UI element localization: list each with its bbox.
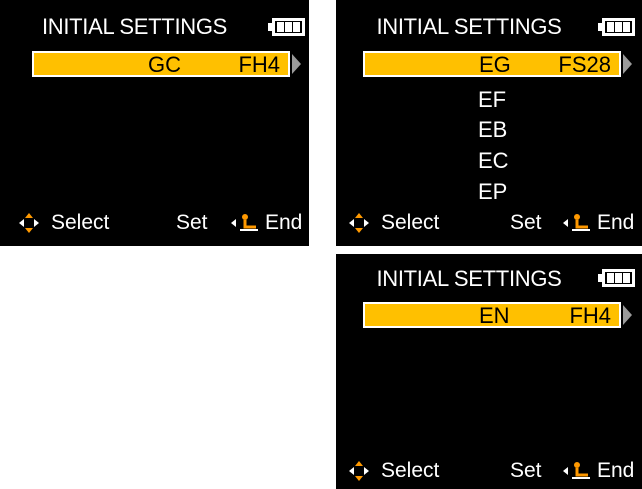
- setting-code: GC: [148, 52, 181, 77]
- set-label: Set: [176, 211, 208, 234]
- setting-option[interactable]: EF: [478, 87, 506, 113]
- select-label: Select: [381, 459, 440, 482]
- battery-icon: [598, 18, 635, 36]
- end-label: End: [597, 459, 635, 482]
- setting-code: EN: [479, 303, 510, 328]
- setting-value: FH4: [569, 303, 611, 328]
- end-return-icon: [563, 214, 590, 231]
- setting-option[interactable]: EP: [478, 179, 507, 205]
- end-return-icon: [231, 214, 258, 231]
- dpad-icon: [349, 213, 369, 233]
- screen-title: INITIAL SETTINGS: [41, 14, 228, 39]
- set-label: Set: [510, 211, 542, 234]
- selected-setting-row[interactable]: EG FS28: [363, 51, 621, 77]
- setting-option[interactable]: EB: [478, 117, 507, 143]
- select-label: Select: [51, 211, 110, 234]
- end-label: End: [265, 211, 303, 234]
- end-return-icon: [563, 462, 590, 479]
- selected-setting-row[interactable]: GC FH4: [32, 51, 290, 77]
- end-label: End: [597, 211, 635, 234]
- screen-title: INITIAL SETTINGS: [376, 14, 562, 39]
- battery-icon: [268, 18, 305, 36]
- settings-screen-2: INITIAL SETTINGS EG FS28 EF EB EC EP Sel…: [336, 0, 642, 246]
- footer-guide: Select Set End: [336, 458, 642, 484]
- setting-value: FS28: [558, 52, 611, 77]
- selected-setting-row[interactable]: EN FH4: [363, 302, 621, 328]
- footer-guide: Select Set End: [0, 210, 309, 236]
- setting-option[interactable]: EC: [478, 148, 509, 174]
- scroll-right-arrow-icon[interactable]: [292, 54, 301, 74]
- settings-screen-3: INITIAL SETTINGS EN FH4 Select Set End: [336, 254, 642, 489]
- screen-title: INITIAL SETTINGS: [376, 266, 562, 291]
- settings-screen-1: INITIAL SETTINGS GC FH4 Select Set End: [0, 0, 309, 246]
- scroll-right-arrow-icon[interactable]: [623, 54, 632, 74]
- select-label: Select: [381, 211, 440, 234]
- setting-value: FH4: [238, 52, 280, 77]
- footer-guide: Select Set End: [336, 210, 642, 236]
- battery-icon: [598, 269, 635, 287]
- scroll-right-arrow-icon[interactable]: [623, 305, 632, 325]
- setting-code: EG: [479, 52, 511, 77]
- dpad-icon: [19, 213, 39, 233]
- dpad-icon: [349, 461, 369, 481]
- set-label: Set: [510, 459, 542, 482]
